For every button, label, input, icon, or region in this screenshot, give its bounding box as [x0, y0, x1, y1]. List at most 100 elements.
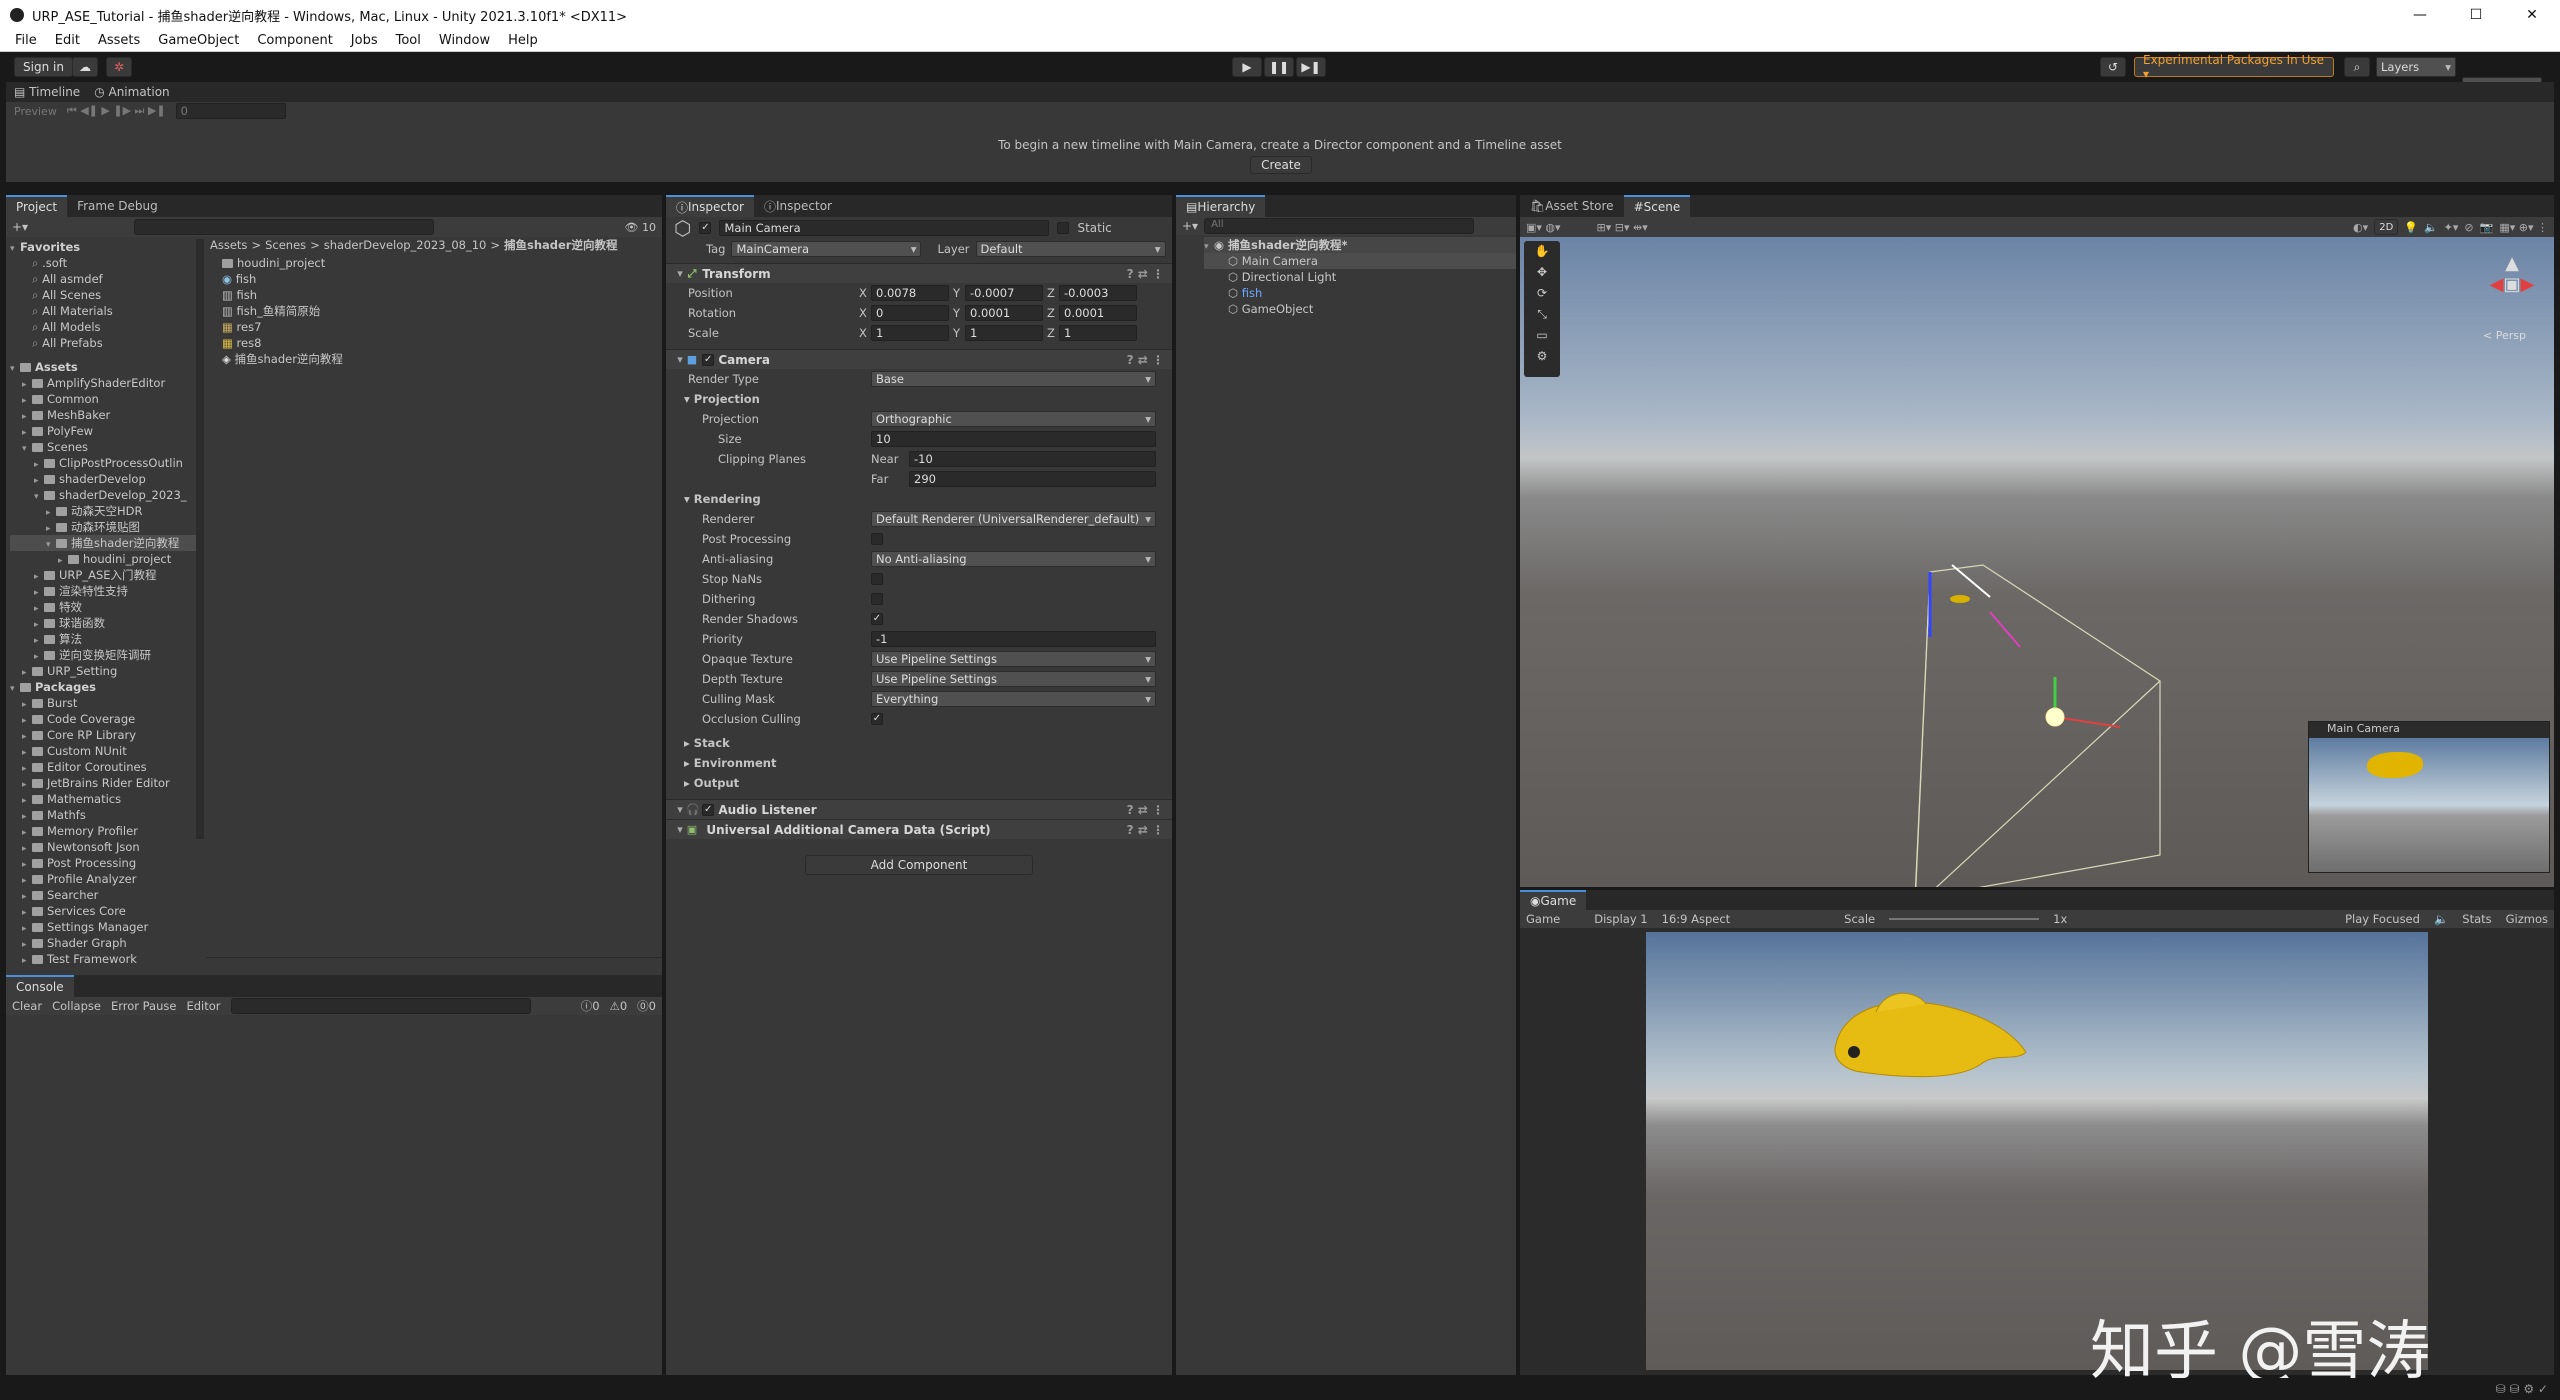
tab-game[interactable]: ◉ Game [1520, 890, 1587, 910]
clear-button[interactable]: Clear [12, 999, 42, 1013]
tab-inspector-2[interactable]: ⓘ Inspector [754, 195, 842, 217]
search-icon[interactable]: ⌕ [2344, 57, 2370, 77]
project-search-input[interactable] [134, 219, 435, 235]
add-component-button[interactable]: Add Component [805, 855, 1033, 875]
folder-item[interactable]: ▸ 逆向变换矩阵调研 [10, 647, 200, 663]
stop-nans-checkbox[interactable] [871, 573, 883, 585]
cloud-icon[interactable]: ☁ [72, 57, 98, 77]
collab-icon[interactable]: ✲ [106, 57, 132, 77]
depth-texture-dropdown[interactable]: Use Pipeline Settings [871, 671, 1156, 687]
folder-item[interactable]: ▸ AmplifyShaderEditor [10, 375, 200, 391]
grid-icon[interactable]: ⊞▾ ⊟▾ ⇹▾ [1597, 221, 1648, 234]
tab-hierarchy[interactable]: ▤ Hierarchy [1176, 195, 1266, 217]
tab-inspector-1[interactable]: ⓘ Inspector [666, 195, 754, 217]
scale-slider[interactable] [1889, 918, 2040, 920]
menu-file[interactable]: File [6, 33, 46, 48]
tab-asset-store[interactable]: 🛍 Asset Store [1520, 195, 1624, 217]
folder-item[interactable]: ▸ 算法 [10, 631, 200, 647]
folder-item[interactable]: ▾ 捕鱼shader逆向教程 [10, 535, 200, 551]
package-item[interactable]: ▸ JetBrains Rider Editor [10, 775, 200, 791]
package-item[interactable]: ▸ Profile Analyzer [10, 871, 200, 887]
scale-x-field[interactable]: 1 [871, 325, 949, 341]
render-shadows-checkbox[interactable]: ✓ [871, 613, 883, 625]
shading-icon[interactable]: ◐▾ [2353, 221, 2368, 234]
layer-dropdown[interactable]: Default [975, 241, 1166, 257]
size-field[interactable]: 10 [871, 431, 1156, 447]
file-item[interactable]: ▦ res7 [222, 319, 622, 335]
package-item[interactable]: ▸ Memory Profiler [10, 823, 200, 839]
camera-header[interactable]: ▾ ■ ✓ Camera? ⇄ ⋮ [666, 349, 1172, 369]
scene-root[interactable]: ▾ ◉ 捕鱼shader逆向教程* [1204, 237, 1516, 253]
persp-label[interactable]: < Persp [2483, 329, 2526, 342]
package-item[interactable]: ▸ Core RP Library [10, 727, 200, 743]
package-item[interactable]: ▸ Newtonsoft Json [10, 839, 200, 855]
folder-item[interactable]: ▾ shaderDevelop_2023_ [10, 487, 200, 503]
dithering-checkbox[interactable] [871, 593, 883, 605]
folder-item[interactable]: ▸ URP_Setting [10, 663, 200, 679]
folder-item[interactable]: ▸ 动森天空HDR [10, 503, 200, 519]
stack-section[interactable]: ▸ Stack [666, 733, 1172, 753]
status-icons[interactable]: ⛁ ⛁ ⚙ ✓ [2496, 1382, 2548, 1396]
rendering-section[interactable]: ▾ Rendering [666, 489, 1172, 509]
folder-item[interactable]: ▸ 渲染特性支持 [10, 583, 200, 599]
sign-in-button[interactable]: Sign in [14, 57, 73, 77]
renderer-dropdown[interactable]: Default Renderer (UniversalRenderer_defa… [871, 511, 1156, 527]
folder-item[interactable]: ▸ shaderDevelop [10, 471, 200, 487]
menu-component[interactable]: Component [248, 33, 341, 48]
aspect-dropdown[interactable]: 16:9 Aspect [1662, 912, 1731, 926]
gizmos-dropdown[interactable]: Gizmos [2506, 912, 2548, 926]
2d-toggle[interactable]: 2D [2374, 219, 2399, 235]
add-icon[interactable]: +▾ [12, 220, 28, 234]
file-item[interactable]: ◉ fish [222, 271, 622, 287]
collapse-button[interactable]: Collapse [52, 999, 101, 1013]
maximize-button[interactable]: ☐ [2448, 0, 2504, 30]
transport-controls[interactable]: ⏮ ◀❚ ▶ ❚▶ ⏭ ▶❚ [67, 104, 166, 118]
play-button[interactable]: ▶ [1232, 57, 1262, 77]
projection-dropdown[interactable]: Orthographic [871, 411, 1156, 427]
object-name-field[interactable]: Main Camera [719, 220, 1050, 236]
favorite-item[interactable]: ⌕ .soft [10, 255, 200, 271]
position-z-field[interactable]: -0.0003 [1059, 285, 1137, 301]
priority-field[interactable]: -1 [871, 631, 1156, 647]
display-dropdown[interactable]: Display 1 [1594, 912, 1647, 926]
file-item[interactable]: ▥ fish_鱼精简原始 [222, 303, 622, 319]
folder-item[interactable]: ▸ 动森环境贴图 [10, 519, 200, 535]
projection-section[interactable]: ▾ Projection [666, 389, 1172, 409]
rotation-y-field[interactable]: 0.0001 [965, 305, 1043, 321]
folder-item[interactable]: ▸ 特效 [10, 599, 200, 615]
scale-y-field[interactable]: 1 [965, 325, 1043, 341]
hierarchy-item[interactable]: ⬡ Directional Light [1204, 269, 1516, 285]
far-field[interactable]: 290 [909, 471, 1156, 487]
camera-data-header[interactable]: ▾ ▣ Universal Additional Camera Data (Scr… [666, 819, 1172, 839]
static-checkbox[interactable] [1057, 222, 1070, 234]
render-type-dropdown[interactable]: Base [871, 371, 1156, 387]
menu-tool[interactable]: Tool [387, 33, 430, 48]
hierarchy-search-input[interactable]: All [1204, 218, 1475, 234]
hidden-icon[interactable]: ⊘ [2464, 221, 2473, 234]
experimental-packages-button[interactable]: Experimental Packages In Use ▾ [2134, 53, 2334, 81]
step-button[interactable]: ▶❚ [1296, 57, 1326, 77]
tab-scene[interactable]: # Scene [1623, 195, 1691, 217]
gizmos-icon[interactable]: ▦▾ ⊕▾ ⋮ [2499, 221, 2548, 234]
output-section[interactable]: ▸ Output [666, 773, 1172, 793]
orientation-gizmo[interactable]: ▲ ◀▣▶ [2482, 253, 2542, 313]
favorite-item[interactable]: ⌕ All Prefabs [10, 335, 200, 351]
folder-item[interactable]: ▸ 球谐函数 [10, 615, 200, 631]
package-item[interactable]: ▸ Editor Coroutines [10, 759, 200, 775]
minimize-button[interactable]: — [2392, 0, 2448, 30]
menu-window[interactable]: Window [430, 33, 499, 48]
favorites-header[interactable]: ▾ Favorites [10, 239, 200, 255]
culling-mask-dropdown[interactable]: Everything [871, 691, 1156, 707]
package-item[interactable]: ▸ Services Core [10, 903, 200, 919]
favorite-item[interactable]: ⌕ All Materials [10, 303, 200, 319]
audio-icon[interactable]: 🔈 [2424, 221, 2438, 234]
hierarchy-item[interactable]: ⬡ Main Camera [1204, 253, 1516, 269]
tab-frame-debug[interactable]: Frame Debug [67, 195, 168, 217]
folder-item[interactable]: ▸ MeshBaker [10, 407, 200, 423]
menu-jobs[interactable]: Jobs [342, 33, 387, 48]
occlusion-culling-checkbox[interactable]: ✓ [871, 713, 883, 725]
breadcrumb-item[interactable]: 捕鱼shader逆向教程 [504, 237, 618, 253]
opaque-texture-dropdown[interactable]: Use Pipeline Settings [871, 651, 1156, 667]
layers-dropdown[interactable]: Layers [2376, 57, 2456, 77]
tab-timeline[interactable]: ▤ Timeline [14, 85, 80, 99]
